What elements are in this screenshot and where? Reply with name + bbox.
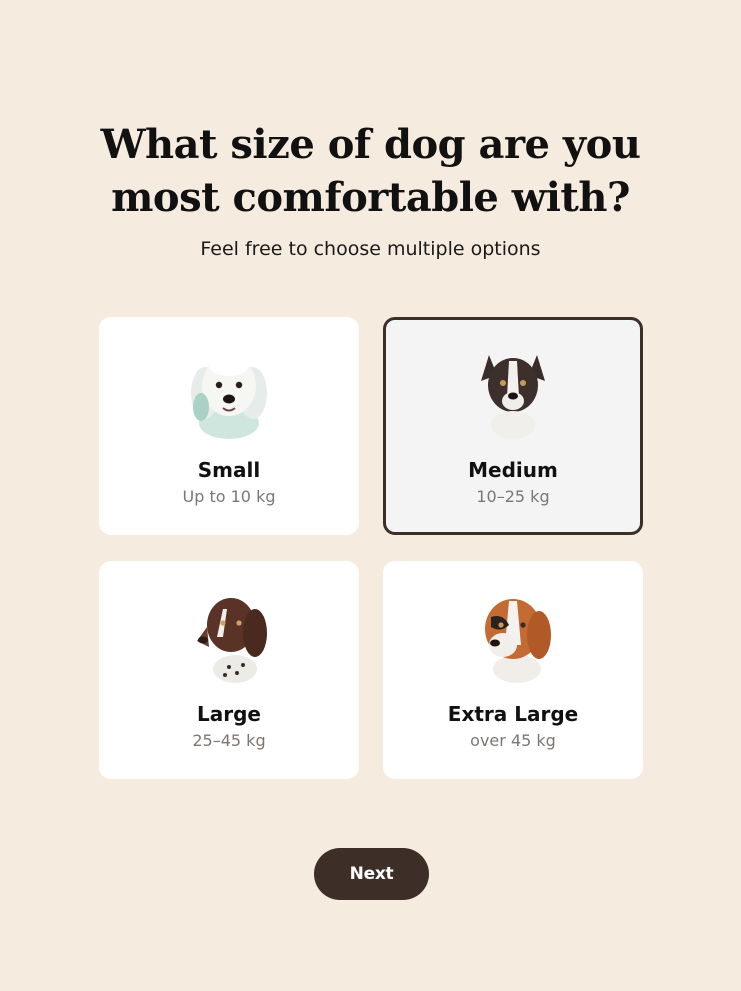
size-option-medium[interactable]: Medium 10–25 kg — [383, 317, 643, 535]
option-weight-range: 10–25 kg — [476, 487, 550, 506]
page-subtitle: Feel free to choose multiple options — [200, 238, 541, 260]
size-option-small[interactable]: Small Up to 10 kg — [99, 317, 359, 535]
size-option-extra-large[interactable]: Extra Large over 45 kg — [383, 561, 643, 779]
option-name: Extra Large — [447, 702, 579, 726]
option-weight-range: Up to 10 kg — [182, 487, 276, 506]
size-option-large[interactable]: Large 25–45 kg — [99, 561, 359, 779]
saint-bernard-dog-icon — [485, 599, 551, 683]
title-line-1: What size of dog are you — [100, 121, 641, 168]
option-weight-range: over 45 kg — [470, 731, 556, 750]
option-name: Medium — [468, 458, 558, 482]
maltese-dog-icon — [191, 354, 267, 439]
pointer-dog-icon — [197, 598, 267, 683]
next-button[interactable]: Next — [314, 848, 429, 900]
page-title: What size of dog are you most comfortabl… — [0, 118, 741, 224]
title-line-2: most comfortable with? — [111, 174, 630, 221]
option-name: Small — [197, 458, 261, 482]
option-name: Large — [197, 702, 261, 726]
option-weight-range: 25–45 kg — [192, 731, 266, 750]
border-collie-dog-icon — [481, 355, 545, 439]
